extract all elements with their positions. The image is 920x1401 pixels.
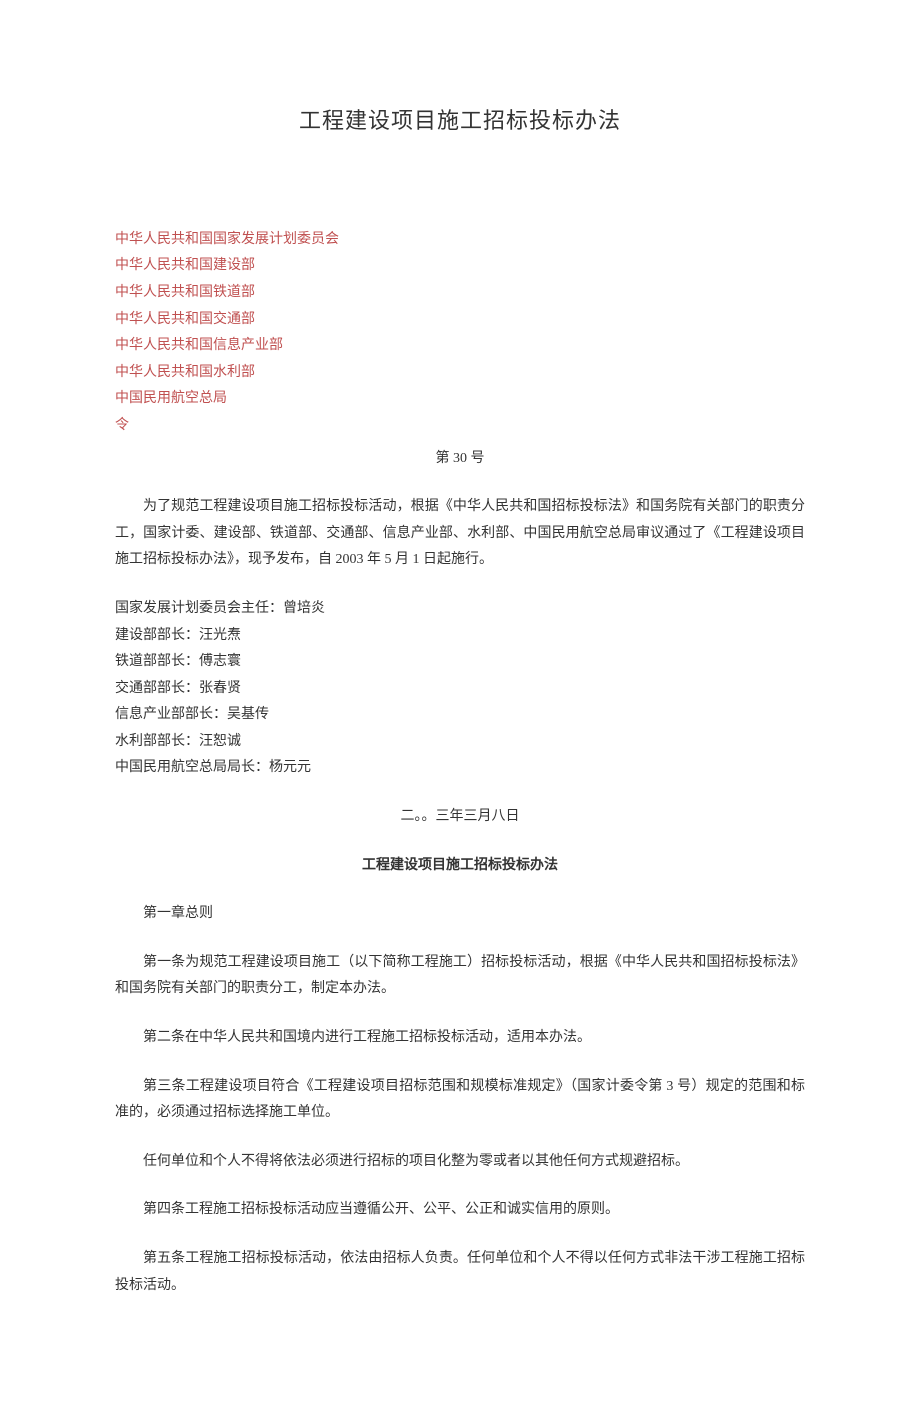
issuer-link-3[interactable]: 中华人民共和国交通部: [115, 307, 805, 334]
issuer-link-7[interactable]: 令: [115, 413, 805, 440]
signatory-4: 信息产业部部长：吴基传: [115, 702, 805, 729]
document-title: 工程建设项目施工招标投标办法: [115, 100, 805, 142]
decree-number: 第 30 号: [115, 446, 805, 473]
signatory-2: 铁道部部长：傅志寰: [115, 649, 805, 676]
issuer-link-5[interactable]: 中华人民共和国水利部: [115, 360, 805, 387]
issue-date: 二。。三年三月八日: [115, 804, 805, 831]
article-3: 第三条工程建设项目符合《工程建设项目招标范围和规模标准规定》（国家计委令第 3 …: [115, 1074, 805, 1127]
signatory-5: 水利部部长：汪恕诚: [115, 729, 805, 756]
signatory-1: 建设部部长：汪光焘: [115, 623, 805, 650]
signatory-3: 交通部部长：张春贤: [115, 676, 805, 703]
issuer-link-4[interactable]: 中华人民共和国信息产业部: [115, 333, 805, 360]
article-4: 第四条工程施工招标投标活动应当遵循公开、公平、公正和诚实信用的原则。: [115, 1197, 805, 1224]
signatory-list: 国家发展计划委员会主任：曾培炎 建设部部长：汪光焘 铁道部部长：傅志寰 交通部部…: [115, 596, 805, 782]
signatory-6: 中国民用航空总局局长：杨元元: [115, 755, 805, 782]
article-5: 第五条工程施工招标投标活动，依法由招标人负责。任何单位和个人不得以任何方式非法干…: [115, 1246, 805, 1299]
intro-paragraph: 为了规范工程建设项目施工招标投标活动，根据《中华人民共和国招标投标法》和国务院有…: [115, 494, 805, 574]
regulation-title: 工程建设项目施工招标投标办法: [115, 853, 805, 880]
article-3b: 任何单位和个人不得将依法必须进行招标的项目化整为零或者以其他任何方式规避招标。: [115, 1149, 805, 1176]
signatory-0: 国家发展计划委员会主任：曾培炎: [115, 596, 805, 623]
issuer-link-0[interactable]: 中华人民共和国国家发展计划委员会: [115, 227, 805, 254]
issuer-link-1[interactable]: 中华人民共和国建设部: [115, 253, 805, 280]
article-1: 第一条为规范工程建设项目施工（以下简称工程施工）招标投标活动，根据《中华人民共和…: [115, 950, 805, 1003]
article-2: 第二条在中华人民共和国境内进行工程施工招标投标活动，适用本办法。: [115, 1025, 805, 1052]
chapter-heading: 第一章总则: [115, 901, 805, 928]
issuer-link-2[interactable]: 中华人民共和国铁道部: [115, 280, 805, 307]
issuer-link-6[interactable]: 中国民用航空总局: [115, 386, 805, 413]
issuer-list: 中华人民共和国国家发展计划委员会 中华人民共和国建设部 中华人民共和国铁道部 中…: [115, 227, 805, 440]
